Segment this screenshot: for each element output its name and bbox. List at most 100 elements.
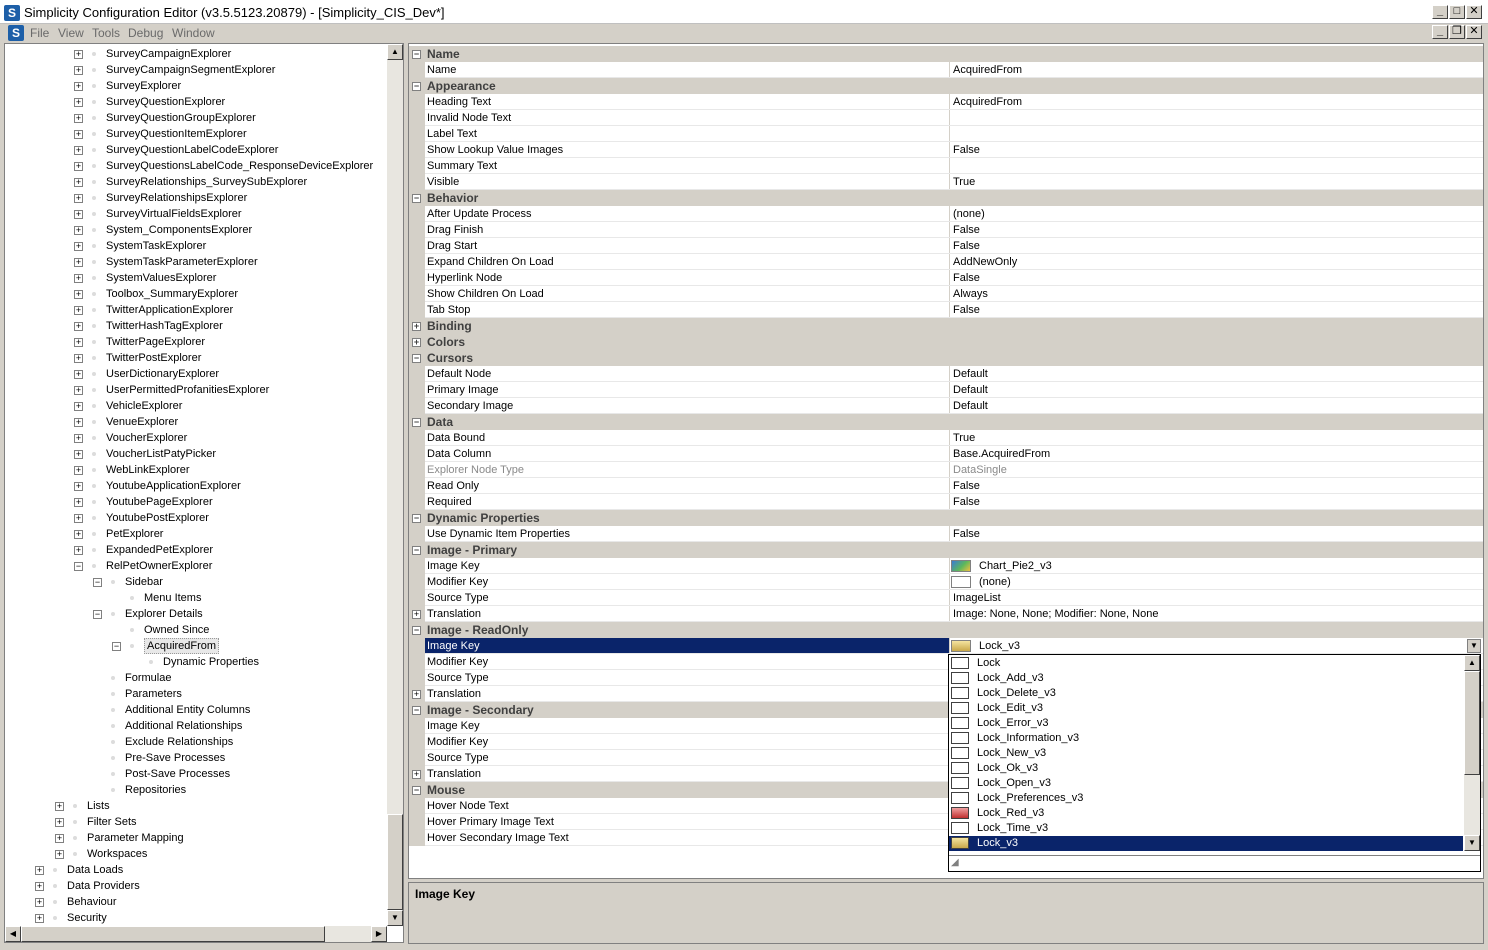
property-row[interactable]: Required False: [409, 494, 1483, 510]
property-value[interactable]: Base.AcquiredFrom: [953, 446, 1050, 462]
property-row[interactable]: Read Only False: [409, 478, 1483, 494]
tree-item[interactable]: + YoutubePageExplorer: [5, 494, 385, 510]
column-divider[interactable]: [949, 382, 950, 398]
collapse-icon[interactable]: −: [412, 50, 421, 59]
category-row[interactable]: − Image - ReadOnly: [409, 622, 1483, 638]
property-row[interactable]: Primary Image Default: [409, 382, 1483, 398]
scroll-right-icon[interactable]: ▶: [371, 926, 387, 942]
property-value[interactable]: AddNewOnly: [953, 254, 1017, 270]
property-value[interactable]: False: [953, 494, 980, 510]
dropdown-option[interactable]: Lock_Red_v3: [949, 806, 1463, 821]
tree-item[interactable]: Menu Items: [5, 590, 385, 606]
property-value[interactable]: False: [953, 526, 980, 542]
property-value[interactable]: Always: [953, 286, 988, 302]
dropdown-option[interactable]: Lock_v3: [949, 836, 1463, 851]
collapse-icon[interactable]: −: [93, 578, 102, 587]
property-value[interactable]: False: [953, 302, 980, 318]
mdi-close-button[interactable]: ✕: [1466, 25, 1482, 39]
tree-item[interactable]: Owned Since: [5, 622, 385, 638]
dropdown-option[interactable]: Lock_Information_v3: [949, 731, 1463, 746]
dropdown-option[interactable]: Lock_Add_v3: [949, 671, 1463, 686]
tree-item[interactable]: + UserDictionaryExplorer: [5, 366, 385, 382]
collapse-icon[interactable]: −: [412, 354, 421, 363]
expand-icon[interactable]: +: [55, 850, 64, 859]
tree-item[interactable]: − RelPetOwnerExplorer: [5, 558, 385, 574]
property-row[interactable]: Data Column Base.AcquiredFrom: [409, 446, 1483, 462]
property-value[interactable]: (none): [979, 574, 1011, 590]
dropdown-option[interactable]: Lock_Preferences_v3: [949, 791, 1463, 806]
dropdown-option[interactable]: Lock_Error_v3: [949, 716, 1463, 731]
tree-item[interactable]: + Toolbox_SummaryExplorer: [5, 286, 385, 302]
property-value[interactable]: True: [953, 174, 975, 190]
column-divider[interactable]: [949, 398, 950, 414]
mdi-minimize-button[interactable]: _: [1432, 25, 1448, 39]
expand-icon[interactable]: +: [74, 306, 83, 315]
tree-item[interactable]: + SurveyRelationships_SurveySubExplorer: [5, 174, 385, 190]
tree-item[interactable]: + System_ComponentsExplorer: [5, 222, 385, 238]
expand-icon[interactable]: +: [74, 530, 83, 539]
property-value[interactable]: Default: [953, 398, 988, 414]
property-value[interactable]: False: [953, 238, 980, 254]
column-divider[interactable]: [949, 638, 950, 654]
property-value[interactable]: Image: None, None; Modifier: None, None: [953, 606, 1158, 622]
property-row[interactable]: Invalid Node Text: [409, 110, 1483, 126]
column-divider[interactable]: [949, 446, 950, 462]
property-value[interactable]: DataSingle: [953, 462, 1007, 478]
tree-item[interactable]: + SystemValuesExplorer: [5, 270, 385, 286]
close-button[interactable]: ✕: [1466, 5, 1482, 19]
expand-icon[interactable]: +: [74, 98, 83, 107]
maximize-button[interactable]: □: [1449, 5, 1465, 19]
tree-item[interactable]: + SurveyVirtualFieldsExplorer: [5, 206, 385, 222]
expand-icon[interactable]: +: [74, 498, 83, 507]
tree-item[interactable]: + SurveyQuestionLabelCodeExplorer: [5, 142, 385, 158]
expand-icon[interactable]: +: [74, 210, 83, 219]
property-value[interactable]: False: [953, 270, 980, 286]
column-divider[interactable]: [949, 302, 950, 318]
tree-item[interactable]: Repositories: [5, 782, 385, 798]
collapse-icon[interactable]: −: [412, 706, 421, 715]
column-divider[interactable]: [949, 126, 950, 142]
property-row[interactable]: Explorer Node Type DataSingle: [409, 462, 1483, 478]
category-row[interactable]: + Colors: [409, 334, 1483, 350]
column-divider[interactable]: [949, 366, 950, 382]
tree-item[interactable]: + YoutubeApplicationExplorer: [5, 478, 385, 494]
expand-icon[interactable]: +: [74, 114, 83, 123]
column-divider[interactable]: [949, 430, 950, 446]
expand-icon[interactable]: +: [35, 866, 44, 875]
column-divider[interactable]: [949, 238, 950, 254]
expand-icon[interactable]: +: [35, 882, 44, 891]
image-key-dropdown-list[interactable]: ▲ ▼ ◢ Lock Lock_Add_v3 Lock_Delete_v3 Lock_…: [948, 654, 1481, 872]
menu-debug[interactable]: Debug: [128, 26, 163, 40]
tree-item[interactable]: + SurveyQuestionItemExplorer: [5, 126, 385, 142]
tree-item[interactable]: Post-Save Processes: [5, 766, 385, 782]
property-row[interactable]: Data Bound True: [409, 430, 1483, 446]
tree-item[interactable]: + WebLinkExplorer: [5, 462, 385, 478]
expand-icon[interactable]: +: [74, 466, 83, 475]
tree-item[interactable]: + SystemTaskExplorer: [5, 238, 385, 254]
expand-icon[interactable]: +: [74, 66, 83, 75]
expand-icon[interactable]: +: [55, 818, 64, 827]
collapse-icon[interactable]: −: [93, 610, 102, 619]
collapse-icon[interactable]: −: [412, 194, 421, 203]
collapse-icon[interactable]: −: [412, 786, 421, 795]
category-row[interactable]: − Image - Primary: [409, 542, 1483, 558]
property-value[interactable]: True: [953, 430, 975, 446]
dropdown-option[interactable]: Lock_Delete_v3: [949, 686, 1463, 701]
minimize-button[interactable]: _: [1432, 5, 1448, 19]
expand-icon[interactable]: +: [412, 690, 421, 699]
expand-icon[interactable]: +: [35, 898, 44, 907]
property-row[interactable]: Drag Start False: [409, 238, 1483, 254]
category-row[interactable]: − Data: [409, 414, 1483, 430]
property-value[interactable]: False: [953, 222, 980, 238]
tree-item[interactable]: + TwitterApplicationExplorer: [5, 302, 385, 318]
property-value[interactable]: (none): [953, 206, 985, 222]
column-divider[interactable]: [949, 558, 950, 574]
collapse-icon[interactable]: −: [412, 418, 421, 427]
expand-icon[interactable]: +: [74, 546, 83, 555]
expand-icon[interactable]: +: [55, 834, 64, 843]
expand-icon[interactable]: +: [74, 226, 83, 235]
collapse-icon[interactable]: −: [412, 82, 421, 91]
explorer-tree[interactable]: ▲ ▼ ◀ ▶ + SurveyCampaignExplorer + SurveyCa…: [4, 43, 404, 943]
mdi-restore-button[interactable]: ❐: [1449, 25, 1465, 39]
category-row[interactable]: − Behavior: [409, 190, 1483, 206]
